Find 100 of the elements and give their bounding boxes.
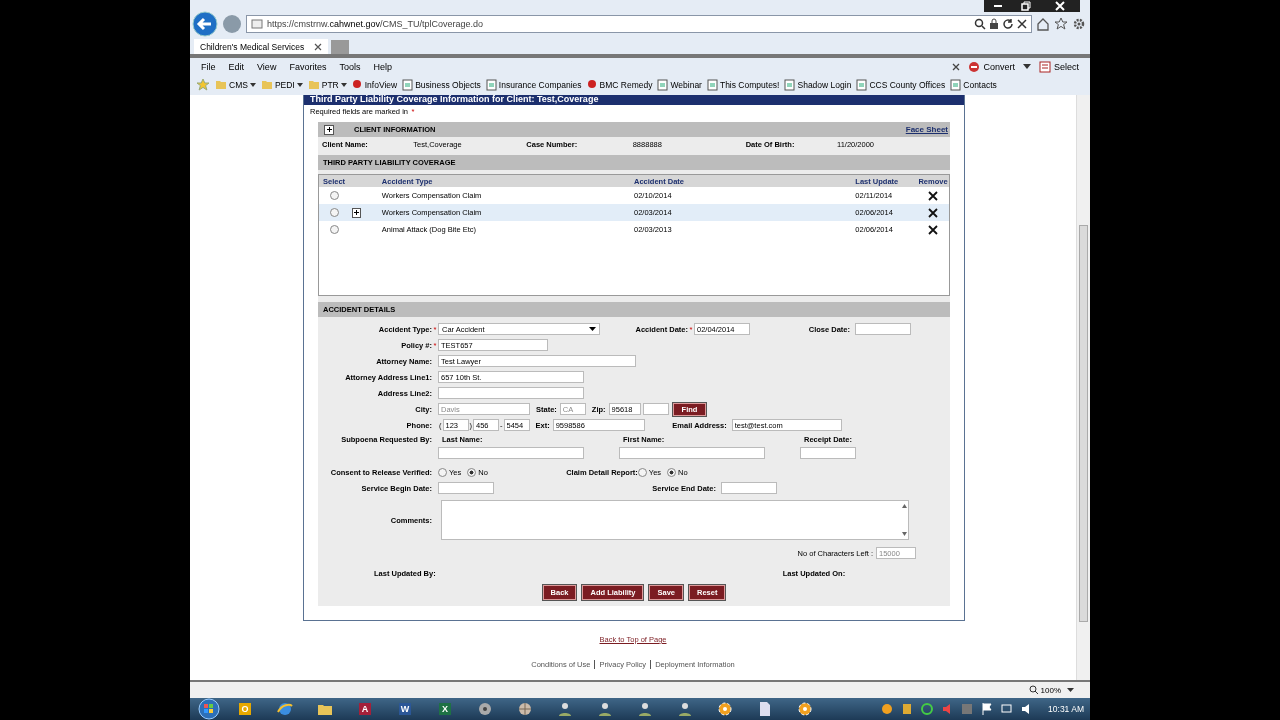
person-icon[interactable]: [677, 701, 693, 717]
star-icon[interactable]: [1054, 17, 1068, 31]
favorites-link[interactable]: This Computes!: [706, 78, 780, 91]
page-icon: [856, 78, 868, 91]
remove-icon[interactable]: [928, 224, 939, 235]
stop-icon[interactable]: [1017, 19, 1027, 29]
caret-icon: [340, 82, 347, 87]
restore-icon: [1021, 1, 1031, 11]
start-button[interactable]: [196, 698, 222, 720]
folder-icon[interactable]: [317, 702, 333, 716]
page-icon: [950, 78, 962, 91]
menu-item[interactable]: View: [252, 61, 282, 72]
zoom-button[interactable]: 100%: [1028, 685, 1061, 695]
tray-icon[interactable]: [880, 702, 895, 716]
input-field[interactable]: [438, 482, 494, 494]
expand-button[interactable]: [351, 207, 361, 218]
radio-button[interactable]: [667, 467, 677, 477]
globe-icon[interactable]: [517, 701, 533, 717]
link-label: This Computes!: [719, 79, 780, 90]
home-icon[interactable]: [1036, 17, 1050, 31]
app-icon[interactable]: A: [359, 703, 371, 715]
favorites-link[interactable]: PEDI: [260, 79, 303, 90]
minimize-button[interactable]: [984, 0, 1012, 12]
back-button[interactable]: [192, 11, 218, 37]
favorites-link[interactable]: BMC Remedy: [586, 79, 653, 90]
link-label: Insurance Companies: [498, 79, 582, 90]
tray-icon[interactable]: [920, 702, 935, 716]
menu-item[interactable]: File: [196, 61, 221, 72]
scrollbar[interactable]: [1076, 95, 1090, 680]
remove-icon[interactable]: [928, 190, 939, 201]
person-icon[interactable]: [597, 701, 613, 717]
face-sheet-link[interactable]: Face Sheet: [905, 125, 948, 134]
remove-icon[interactable]: [928, 207, 939, 218]
caret-icon[interactable]: [1067, 688, 1074, 692]
caret-icon[interactable]: [1023, 63, 1031, 70]
favorites-link[interactable]: Contacts: [950, 78, 997, 91]
folder-icon: [260, 79, 273, 90]
scroll-up-icon[interactable]: [901, 504, 907, 508]
radio-button[interactable]: [438, 467, 447, 477]
app-icon[interactable]: W: [399, 703, 411, 715]
flower-icon[interactable]: [797, 701, 813, 717]
radio-button[interactable]: [637, 467, 647, 477]
favorites-link[interactable]: Business Objects: [402, 78, 481, 91]
menu-item[interactable]: Help: [368, 61, 397, 72]
close-icon[interactable]: [952, 62, 961, 71]
lock-icon[interactable]: [989, 18, 999, 30]
app-icon: [351, 79, 363, 90]
flower-icon[interactable]: [717, 701, 733, 717]
menu-item[interactable]: Edit: [223, 61, 250, 72]
settings-icon[interactable]: [1072, 17, 1086, 31]
favorites-link[interactable]: CMS: [215, 79, 256, 90]
app-icon[interactable]: X: [439, 703, 451, 715]
plus-icon: [325, 126, 333, 133]
browser-tab[interactable]: Children's Medical Services: [194, 39, 329, 54]
input-field[interactable]: [438, 447, 584, 459]
disc-icon[interactable]: [477, 701, 493, 717]
menu-item[interactable]: Favorites: [284, 61, 332, 72]
page-icon: [706, 78, 718, 91]
expand-button[interactable]: [324, 124, 334, 135]
radio-button[interactable]: [467, 467, 477, 477]
close-button[interactable]: [1040, 0, 1080, 12]
input-field[interactable]: [800, 447, 856, 459]
convert-button[interactable]: Convert: [963, 60, 1020, 73]
input-field[interactable]: [721, 482, 777, 494]
zoom-icon: [1028, 685, 1039, 695]
comments-field[interactable]: [441, 500, 909, 540]
favorites-link[interactable]: Insurance Companies: [485, 78, 582, 91]
document-icon[interactable]: [758, 701, 772, 717]
person-icon[interactable]: [637, 701, 653, 717]
link-label: PTR: [321, 79, 339, 90]
page-icon: [402, 78, 414, 91]
page-icon: [657, 78, 669, 91]
scroll-down-icon[interactable]: [901, 532, 907, 536]
radio-button[interactable]: [330, 225, 339, 234]
favorites-star-icon[interactable]: [196, 77, 210, 92]
radio-button[interactable]: [330, 208, 339, 217]
network-icon[interactable]: [1000, 702, 1015, 716]
select-button[interactable]: Select: [1034, 60, 1084, 73]
favorites-link[interactable]: InfoView: [351, 79, 398, 90]
folder-icon: [215, 79, 227, 90]
menu-item[interactable]: Tools: [334, 61, 366, 72]
person-icon[interactable]: [557, 701, 573, 717]
input-field[interactable]: [438, 387, 584, 399]
favorites-link[interactable]: Webinar: [657, 78, 702, 91]
favorites-link[interactable]: PTR: [307, 79, 347, 90]
flag-icon[interactable]: [980, 702, 995, 716]
refresh-icon[interactable]: [1002, 18, 1014, 30]
favorites-link[interactable]: CCS County Offices: [856, 78, 946, 91]
input-field[interactable]: [642, 403, 669, 415]
search-icon[interactable]: [974, 18, 986, 30]
radio-button[interactable]: [330, 191, 339, 200]
address-bar[interactable]: https://cmstrnw.cahwnet.gov/CMS_TU/tplCoverage.do: [246, 15, 1032, 33]
input-field[interactable]: [855, 323, 911, 335]
favorites-link[interactable]: Shadow Login: [784, 78, 852, 91]
link-label: InfoView: [364, 79, 398, 90]
browser-icon[interactable]: [277, 701, 293, 717]
input-field[interactable]: [619, 447, 765, 459]
close-icon[interactable]: [314, 42, 323, 51]
minimize-icon: [994, 5, 1002, 7]
link-label: BMC Remedy: [599, 79, 653, 90]
